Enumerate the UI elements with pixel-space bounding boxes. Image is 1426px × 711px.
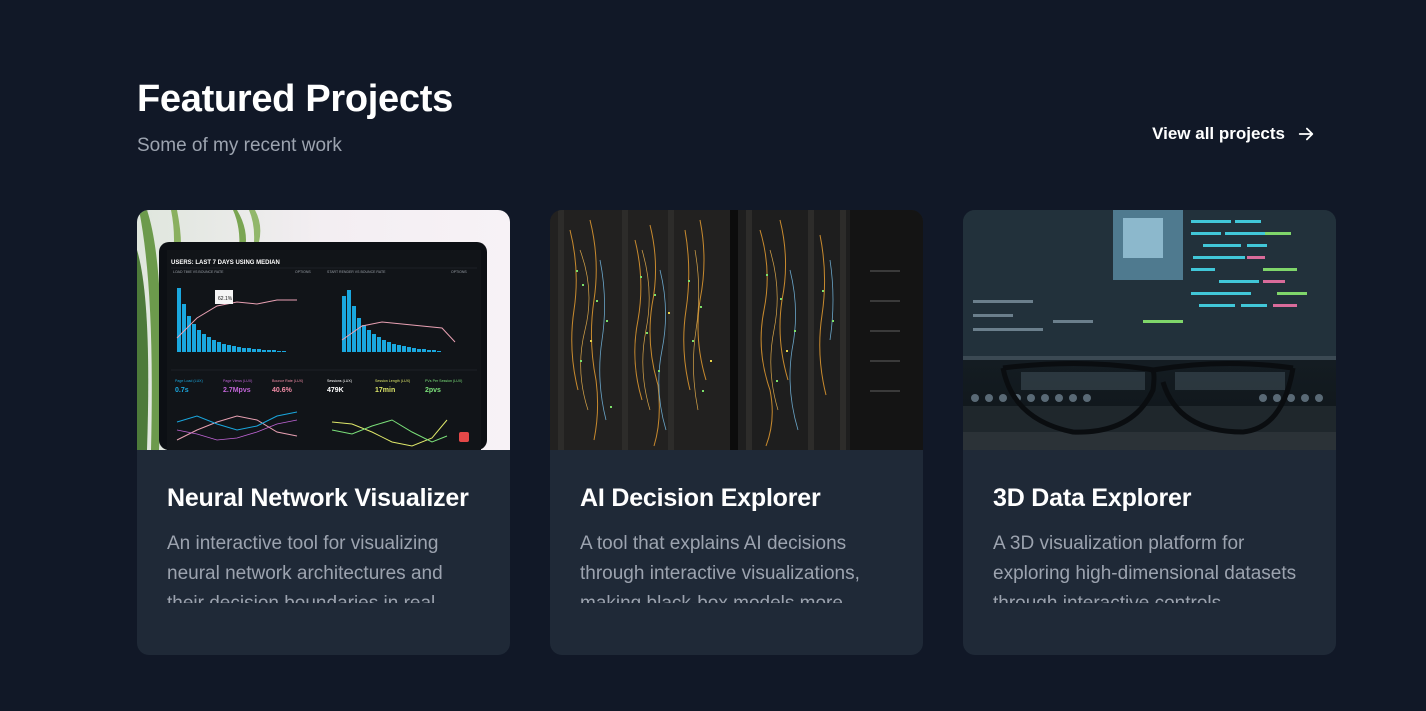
view-all-projects-link[interactable]: View all projects	[1152, 124, 1315, 144]
dashboard-metric-1-label: Page Load (LUX)	[175, 379, 203, 383]
project-description: A 3D visualization platform for explorin…	[993, 533, 1297, 603]
project-card-3d-data[interactable]: 3D Data Explorer A 3D visualization plat…	[963, 210, 1336, 655]
dashboard-panel-title-1: LOAD TIME VS BOUNCE RATE	[173, 270, 224, 274]
project-image-server-rack	[550, 210, 923, 450]
dashboard-metric-4-value: 479K	[327, 387, 344, 394]
dashboard-metric-2-value: 2.7Mpvs	[223, 387, 251, 394]
dashboard-header-text: USERS: LAST 7 DAYS USING MEDIAN	[171, 260, 280, 266]
dashboard-metric-4-label: Sessions (LUX)	[327, 379, 352, 383]
featured-projects-section: Featured Projects Some of my recent work…	[137, 0, 1337, 711]
section-title: Featured Projects	[137, 78, 453, 120]
dashboard-metric-5-value: 17min	[375, 387, 395, 394]
dashboard-metric-5-label: Session Length (LUX)	[375, 379, 410, 383]
dashboard-metric-1-value: 0.7s	[175, 387, 189, 394]
dashboard-metric-2-label: Page Views (LUX)	[223, 379, 252, 383]
project-title: 3D Data Explorer	[993, 484, 1192, 512]
dashboard-metric-6-label: PVs Per Session (LUX)	[425, 379, 462, 383]
project-cards: USERS: LAST 7 DAYS USING MEDIAN LOAD TIM…	[137, 210, 1336, 655]
project-card-ai-decision[interactable]: AI Decision Explorer A tool that explain…	[550, 210, 923, 655]
dashboard-options-1: OPTIONS	[295, 270, 311, 274]
dashboard-metric-3-value: 40.6%	[272, 387, 293, 394]
project-card-neural-network[interactable]: USERS: LAST 7 DAYS USING MEDIAN LOAD TIM…	[137, 210, 510, 655]
dashboard-metric-6-value: 2pvs	[425, 387, 441, 394]
project-image-analytics-dashboard: USERS: LAST 7 DAYS USING MEDIAN LOAD TIM…	[137, 210, 510, 450]
dashboard-panel-title-2: START RENDER VS BOUNCE RATE	[327, 270, 386, 274]
project-title: AI Decision Explorer	[580, 484, 821, 512]
dashboard-tooltip-value: 62.1%	[218, 296, 233, 302]
arrow-right-icon	[1298, 127, 1314, 141]
dashboard-options-2: OPTIONS	[451, 270, 467, 274]
project-image-glasses-code	[963, 210, 1336, 450]
project-title: Neural Network Visualizer	[167, 484, 469, 512]
project-description: An interactive tool for visualizing neur…	[167, 533, 443, 603]
dashboard-metric-3-label: Bounce Rate (LUX)	[272, 379, 303, 383]
project-description: A tool that explains AI decisions throug…	[580, 533, 860, 603]
section-subtitle: Some of my recent work	[137, 135, 342, 156]
view-all-label: View all projects	[1152, 124, 1285, 143]
